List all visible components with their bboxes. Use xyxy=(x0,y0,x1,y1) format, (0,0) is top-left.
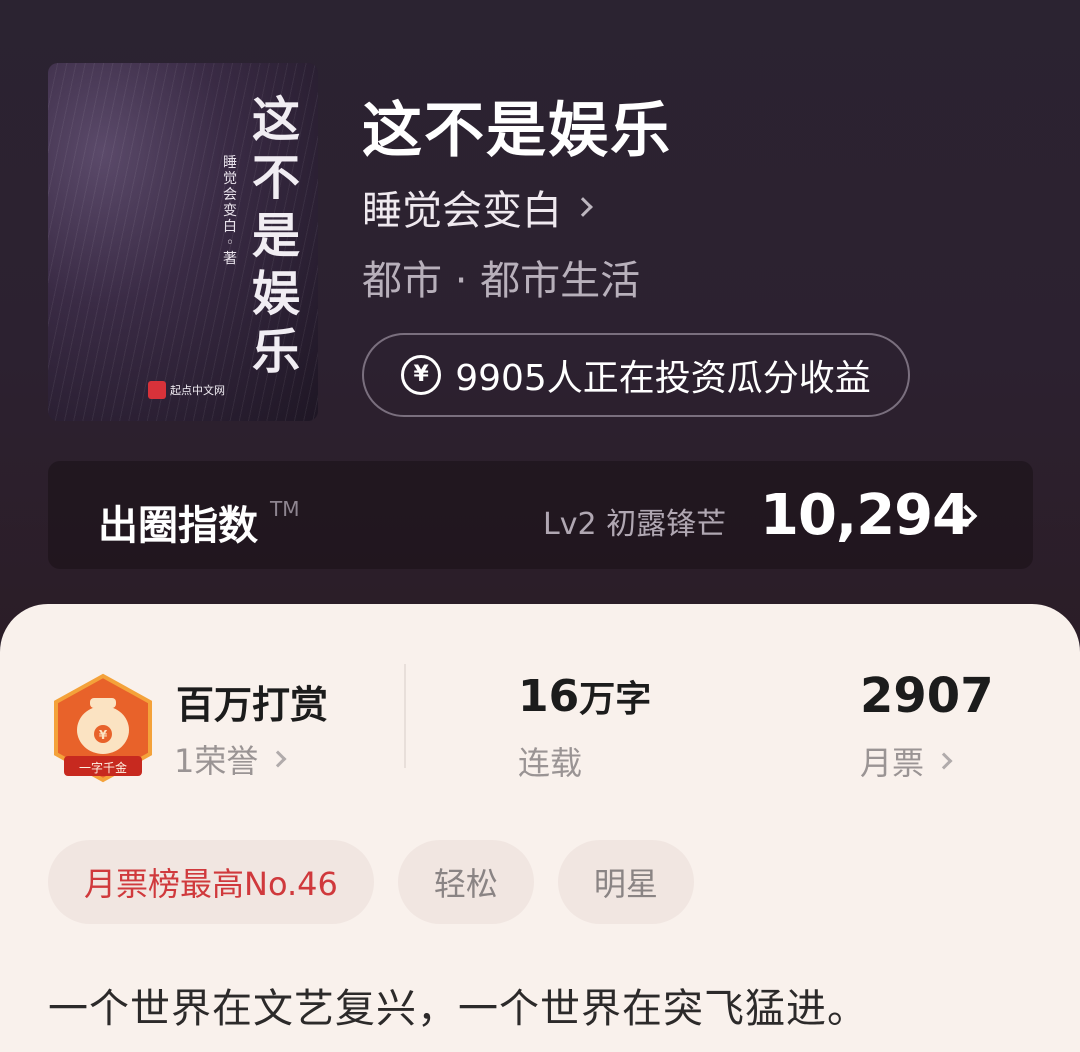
book-detail-sheet: ¥ 一字千金 百万打赏 1荣誉 16万字 连载 2907 月票 月票榜最高No.… xyxy=(0,604,1080,1052)
serial-status: 连载 xyxy=(518,744,583,782)
tag-celebrity[interactable]: 明星 xyxy=(557,840,694,924)
popularity-index-bar[interactable]: 出圈指数 TM Lv2 初露锋芒 10,294 xyxy=(48,461,1033,569)
tag-relaxed[interactable]: 轻松 xyxy=(397,840,534,924)
trademark-mark: TM xyxy=(270,497,300,521)
invest-button[interactable]: ¥ 9905人正在投资瓜分收益 xyxy=(362,333,910,417)
cover-title: 这 不 是 娱 乐 xyxy=(251,92,300,380)
author-link[interactable]: 睡觉会变白 xyxy=(362,178,593,236)
chevron-right-icon xyxy=(573,197,593,217)
publisher-logo: 起点中文网 xyxy=(148,379,225,401)
book-header: 这 不 是 娱 乐 睡 觉 会 变 白 ◦ 著 起点中文网 这不是娱乐 睡觉会变… xyxy=(0,0,1080,640)
chevron-right-icon xyxy=(935,752,953,770)
index-value: 10,294 xyxy=(760,483,971,548)
reward-title: 百万打赏 xyxy=(176,683,329,727)
honor-link[interactable]: 1荣誉 xyxy=(174,736,287,782)
badge-label: 一字千金 xyxy=(78,761,127,775)
book-cover[interactable]: 这 不 是 娱 乐 睡 觉 会 变 白 ◦ 著 起点中文网 xyxy=(48,63,318,421)
tag-ranking[interactable]: 月票榜最高No.46 xyxy=(48,840,374,924)
word-count: 16万字 xyxy=(518,671,652,722)
tag-list: 月票榜最高No.46 轻松 明星 xyxy=(48,840,694,924)
monthly-votes-link[interactable]: 月票 xyxy=(860,738,953,784)
chevron-right-icon xyxy=(269,750,287,768)
stat-divider xyxy=(404,664,406,768)
monthly-votes-label: 月票 xyxy=(860,744,925,782)
index-level: Lv2 初露锋芒 xyxy=(543,507,727,542)
monthly-votes-count: 2907 xyxy=(860,668,994,724)
publisher-logo-icon xyxy=(148,381,166,399)
invest-text: 9905人正在投资瓜分收益 xyxy=(455,358,871,399)
book-title: 这不是娱乐 xyxy=(362,96,672,166)
index-label: 出圈指数 xyxy=(98,503,258,549)
honor-count: 1荣誉 xyxy=(174,742,259,780)
yen-circle-icon: ¥ xyxy=(401,355,442,395)
cover-author: 睡 觉 会 变 白 ◦ 著 xyxy=(223,155,237,267)
svg-text:¥: ¥ xyxy=(99,728,108,742)
author-name: 睡觉会变白 xyxy=(362,188,562,234)
book-genre: 都市 · 都市生活 xyxy=(362,258,641,304)
book-intro: 一个世界在文艺复兴，一个世界在突飞猛进。 xyxy=(48,986,868,1032)
